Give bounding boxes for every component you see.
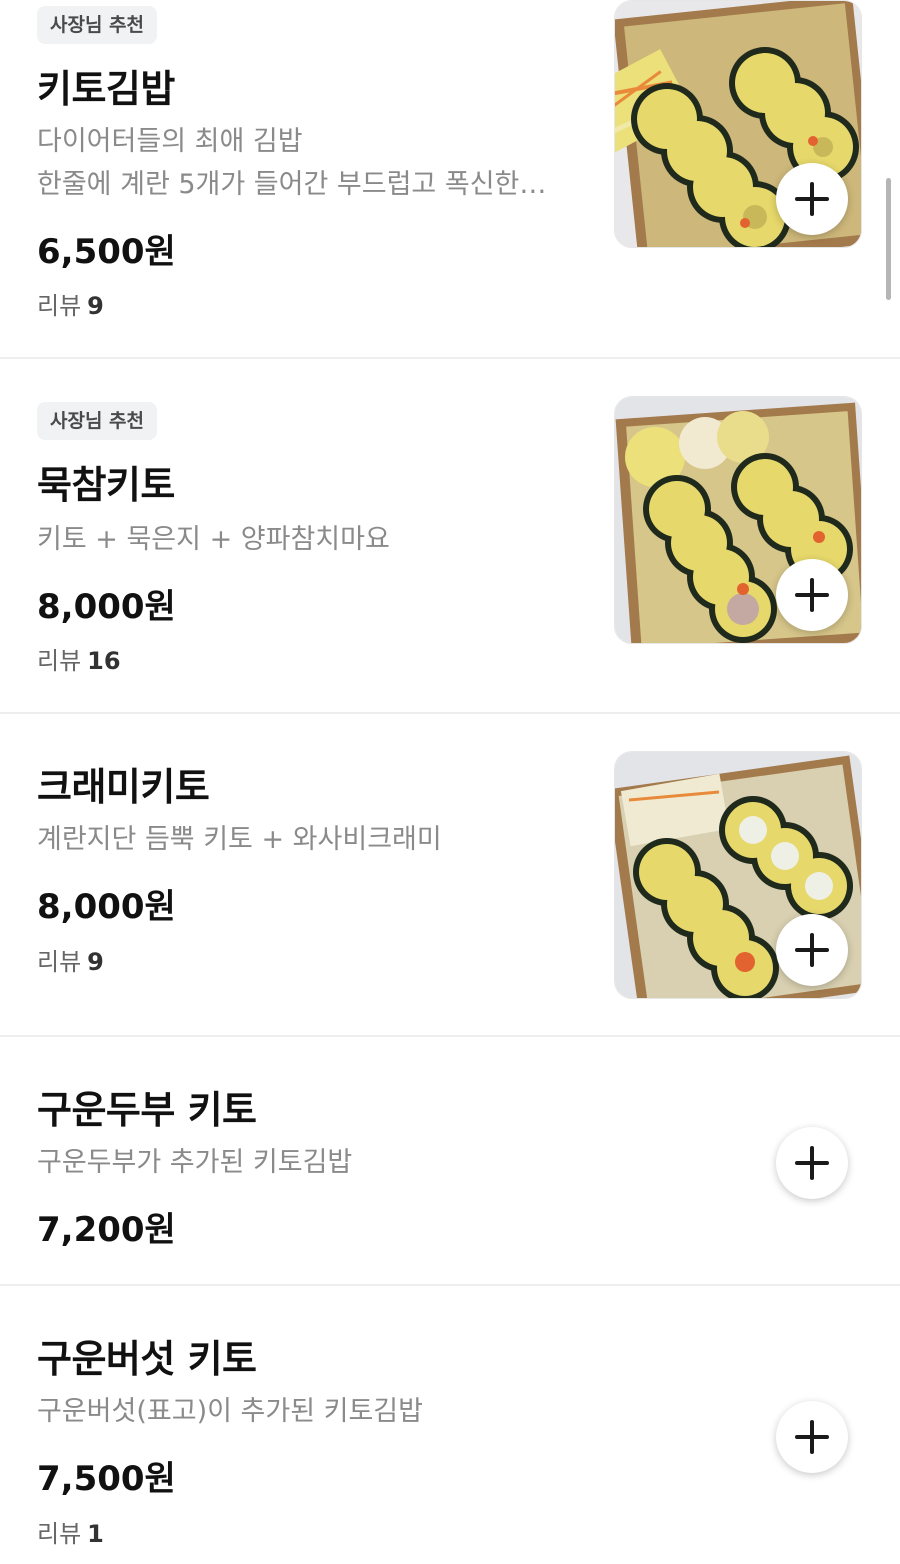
- item-price: 6,500원: [37, 232, 176, 272]
- menu-item-mukcham-keto[interactable]: 사장님 추천 묵참키토 키토 + 묵은지 + 양파참치마요 8,000원 리뷰 1…: [0, 359, 900, 713]
- item-description-line: 한줄에 계란 5개가 들어간 부드럽고 폭신한…: [37, 169, 547, 200]
- plus-icon: [810, 933, 814, 967]
- item-name: 묵참키토: [37, 463, 175, 507]
- item-description-line: 구운두부가 추가된 키토김밥: [37, 1147, 353, 1178]
- item-description: 구운버섯(표고)이 추가된 키토김밥: [37, 1390, 585, 1433]
- menu-item-grilled-mushroom-keto[interactable]: 구운버섯 키토 구운버섯(표고)이 추가된 키토김밥 7,500원 리뷰 1: [0, 1286, 900, 1564]
- item-name: 크래미키토: [37, 765, 210, 809]
- review-label: 리뷰: [37, 647, 82, 675]
- item-price: 8,000원: [37, 587, 176, 627]
- review-count: 9: [87, 948, 104, 976]
- item-description-line: 키토 + 묵은지 + 양파참치마요: [37, 524, 390, 555]
- item-review[interactable]: 리뷰 9: [37, 942, 104, 977]
- review-label: 리뷰: [37, 292, 82, 320]
- item-name: 구운두부 키토: [37, 1088, 257, 1132]
- plus-icon: [810, 182, 814, 216]
- review-count: 1: [87, 1520, 104, 1548]
- owner-recommend-badge: 사장님 추천: [37, 6, 158, 44]
- item-description: 다이어터들의 최애 김밥 한줄에 계란 5개가 들어간 부드럽고 폭신한…: [37, 120, 585, 206]
- add-to-cart-button[interactable]: [776, 1401, 848, 1473]
- menu-item-grilled-tofu-keto[interactable]: 구운두부 키토 구운두부가 추가된 키토김밥 7,200원: [0, 1037, 900, 1284]
- item-description-line: 구운버섯(표고)이 추가된 키토김밥: [37, 1396, 423, 1427]
- review-label: 리뷰: [37, 948, 82, 976]
- item-description: 계란지단 듬뿍 키토 + 와사비크래미: [37, 818, 585, 861]
- item-price: 7,200원: [37, 1210, 176, 1250]
- item-description: 키토 + 묵은지 + 양파참치마요: [37, 518, 585, 561]
- item-description-line: 계란지단 듬뿍 키토 + 와사비크래미: [37, 824, 442, 855]
- plus-icon: [810, 1146, 814, 1180]
- review-count: 16: [87, 647, 121, 675]
- review-label: 리뷰: [37, 1520, 82, 1548]
- review-count: 9: [87, 292, 104, 320]
- item-review[interactable]: 리뷰 16: [37, 641, 121, 676]
- add-to-cart-button[interactable]: [776, 163, 848, 235]
- item-price: 8,000원: [37, 887, 176, 927]
- scrollbar[interactable]: [886, 178, 891, 300]
- menu-item-crabmeat-keto[interactable]: 크래미키토 계란지단 듬뿍 키토 + 와사비크래미 8,000원 리뷰 9: [0, 714, 900, 1035]
- add-to-cart-button[interactable]: [776, 559, 848, 631]
- item-review[interactable]: 리뷰 9: [37, 286, 104, 321]
- add-to-cart-button[interactable]: [776, 1127, 848, 1199]
- add-to-cart-button[interactable]: [776, 914, 848, 986]
- item-review[interactable]: 리뷰 1: [37, 1514, 104, 1549]
- item-name: 구운버섯 키토: [37, 1337, 257, 1381]
- item-description-line: 다이어터들의 최애 김밥: [37, 126, 303, 157]
- item-description: 구운두부가 추가된 키토김밥: [37, 1141, 585, 1184]
- item-name: 키토김밥: [37, 67, 175, 111]
- plus-icon: [810, 578, 814, 612]
- plus-icon: [810, 1420, 814, 1454]
- item-price: 7,500원: [37, 1459, 176, 1499]
- owner-recommend-badge: 사장님 추천: [37, 402, 158, 440]
- menu-item-keto-kimbap[interactable]: 사장님 추천 키토김밥 다이어터들의 최애 김밥 한줄에 계란 5개가 들어간 …: [0, 0, 900, 358]
